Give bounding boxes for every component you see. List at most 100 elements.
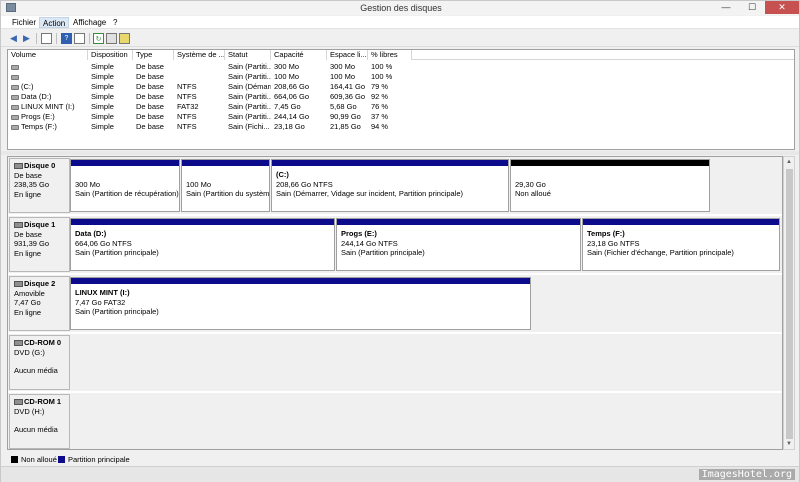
cell-percent-free: 100 % <box>368 72 412 82</box>
volume-drive-icon <box>11 64 19 70</box>
partition-info: (C:) 208,66 Go NTFS Sain (Démarrer, Vidage… <box>272 167 508 202</box>
partition-info: Progs (E:) 244,14 Go NTFS Sain (Partition … <box>337 226 580 261</box>
column-header-capacity[interactable]: Capacité <box>271 50 327 60</box>
scroll-up-icon[interactable]: ▲ <box>784 157 794 167</box>
cell-file-system: FAT32 <box>174 102 225 112</box>
cell-free-space: 300 Mo <box>327 62 368 72</box>
close-button[interactable]: ✕ <box>765 1 799 14</box>
partition-title <box>75 170 175 180</box>
cell-status: Sain (Démarr... <box>225 82 271 92</box>
volume-drive-icon <box>11 114 19 120</box>
help-icon[interactable]: ? <box>61 33 72 44</box>
column-header-status[interactable]: Statut <box>225 50 271 60</box>
disk-label[interactable]: CD-ROM 0 DVD (G:) Aucun média <box>9 335 70 390</box>
volume-row[interactable]: Temps (F:) Simple De base NTFS Sain (Fichi..… <box>8 122 794 132</box>
volume-row[interactable]: Simple De base Sain (Partiti... 300 Mo 300 M… <box>8 62 794 72</box>
scrollbar-thumb[interactable] <box>786 169 793 439</box>
refresh-icon[interactable]: ↻ <box>93 33 104 44</box>
volume-row[interactable]: Data (D:) Simple De base NTFS Sain (Partiti.… <box>8 92 794 102</box>
partition-block[interactable]: (C:) 208,66 Go NTFS Sain (Démarrer, Vidage… <box>271 159 509 212</box>
cell-status: Sain (Partiti... <box>225 62 271 72</box>
cell-file-system: NTFS <box>174 92 225 102</box>
partition-status: Sain (Partition principale) <box>341 248 425 257</box>
volume-drive-icon <box>11 74 19 80</box>
disk-label[interactable]: Disque 2 Amovible 7,47 Go En ligne <box>9 276 70 331</box>
menu-fichier[interactable]: Fichier <box>9 17 39 28</box>
cell-capacity: 300 Mo <box>271 62 327 72</box>
column-header-type[interactable]: Type <box>133 50 174 60</box>
cell-free-space: 100 Mo <box>327 72 368 82</box>
volume-row[interactable]: LINUX MINT (I:) Simple De base FAT32 Sain (P… <box>8 102 794 112</box>
volume-row[interactable]: Simple De base Sain (Partiti... 100 Mo 100 M… <box>8 72 794 82</box>
disk-type: De base <box>14 230 65 240</box>
column-header-disposition[interactable]: Disposition <box>88 50 133 60</box>
console-tree-icon[interactable] <box>41 33 52 44</box>
volume-drive-icon <box>11 94 19 100</box>
disk-map-pane: Disque 0 De base 238,35 Go En ligne 300 Mo Sa… <box>7 156 783 450</box>
pane-splitter[interactable] <box>1 151 799 155</box>
disk-name-text: Disque 0 <box>24 161 56 170</box>
column-header-volume[interactable]: Volume <box>8 50 88 60</box>
disk-size: 7,47 Go <box>14 298 65 308</box>
cell-text: NTFS <box>177 82 197 91</box>
volume-drive-icon <box>11 84 19 90</box>
scroll-down-icon[interactable]: ▼ <box>784 439 794 449</box>
volume-row[interactable]: Progs (E:) Simple De base NTFS Sain (Partiti… <box>8 112 794 122</box>
partition-block[interactable]: 300 Mo Sain (Partition de récupération) <box>70 159 180 212</box>
disk-type: DVD (G:) <box>14 348 65 358</box>
menu-action[interactable]: Action <box>39 17 70 28</box>
disk-type-text: De base <box>14 170 42 180</box>
column-header-free-space[interactable]: Espace li... <box>327 50 368 60</box>
cell-disposition: Simple <box>88 62 133 72</box>
cell-file-system: NTFS <box>174 122 225 132</box>
cell-volume: (C:) <box>8 82 88 92</box>
partition-block[interactable]: Temps (F:) 23,18 Go NTFS Sain (Fichier d'é… <box>582 218 780 271</box>
forward-arrow-icon[interactable]: ▶ <box>21 33 32 44</box>
cell-disposition: Simple <box>88 82 133 92</box>
cell-type: De base <box>133 122 174 132</box>
disk-label[interactable]: Disque 0 De base 238,35 Go En ligne <box>9 158 70 213</box>
disk-name: Disque 2 <box>14 279 65 289</box>
cell-free-space: 5,68 Go <box>327 102 368 112</box>
menu-affichage[interactable]: Affichage <box>70 17 109 28</box>
column-header-file-system[interactable]: Système de ... <box>174 50 225 60</box>
cell-text: NTFS <box>177 112 197 121</box>
cell-text: FAT32 <box>177 102 199 111</box>
back-arrow-icon[interactable]: ◀ <box>8 33 19 44</box>
disk-status: Aucun média <box>14 425 65 435</box>
partition-title: Progs (E:) <box>341 229 377 238</box>
hard-disk-icon <box>14 281 23 288</box>
partition-size: 300 Mo <box>75 179 101 189</box>
partition-block[interactable]: 29,30 Go Non alloué <box>510 159 710 212</box>
minimize-button[interactable]: — <box>713 1 739 14</box>
partition-block[interactable]: LINUX MINT (I:) 7,47 Go FAT32 Sain (Partit… <box>70 277 531 330</box>
disk-label[interactable]: Disque 1 De base 931,39 Go En ligne <box>9 217 70 272</box>
partition-title: Temps (F:) <box>587 229 625 238</box>
cell-text: NTFS <box>177 122 197 131</box>
cell-type: De base <box>133 82 174 92</box>
cell-type: De base <box>133 62 174 72</box>
disk-type: DVD (H:) <box>14 407 65 417</box>
cell-status: Sain (Partiti... <box>225 92 271 102</box>
partition-block[interactable]: 100 Mo Sain (Partition du système <box>181 159 270 212</box>
partition-type-bar <box>71 160 179 167</box>
maximize-button[interactable]: ☐ <box>739 1 765 14</box>
disk-row: Disque 0 De base 238,35 Go En ligne 300 Mo Sa… <box>8 157 782 214</box>
disk-status-text: Aucun média <box>14 425 58 434</box>
disk-label[interactable]: CD-ROM 1 DVD (H:) Aucun média <box>9 394 70 449</box>
cell-free-space: 90,99 Go <box>327 112 368 122</box>
column-header-percent-free[interactable]: % libres <box>368 50 412 60</box>
export-list-icon[interactable] <box>106 33 117 44</box>
volume-list-pane: Volume Disposition Type Système de ... S… <box>7 49 795 150</box>
cell-text: LINUX MINT (I:) <box>21 102 75 111</box>
cell-text: Simple <box>91 62 114 71</box>
vertical-scrollbar[interactable]: ▲ ▼ <box>783 156 795 450</box>
partition-block[interactable]: Data (D:) 664,06 Go NTFS Sain (Partition p… <box>70 218 335 271</box>
disk-status: En ligne <box>14 190 65 200</box>
options-icon[interactable] <box>119 33 130 44</box>
properties-icon[interactable] <box>74 33 85 44</box>
disk-size-text: 238,35 Go <box>14 180 50 189</box>
menu-help[interactable]: ? <box>110 17 120 28</box>
volume-row[interactable]: (C:) Simple De base NTFS Sain (Démarr...208,… <box>8 82 794 92</box>
partition-block[interactable]: Progs (E:) 244,14 Go NTFS Sain (Partition … <box>336 218 581 271</box>
